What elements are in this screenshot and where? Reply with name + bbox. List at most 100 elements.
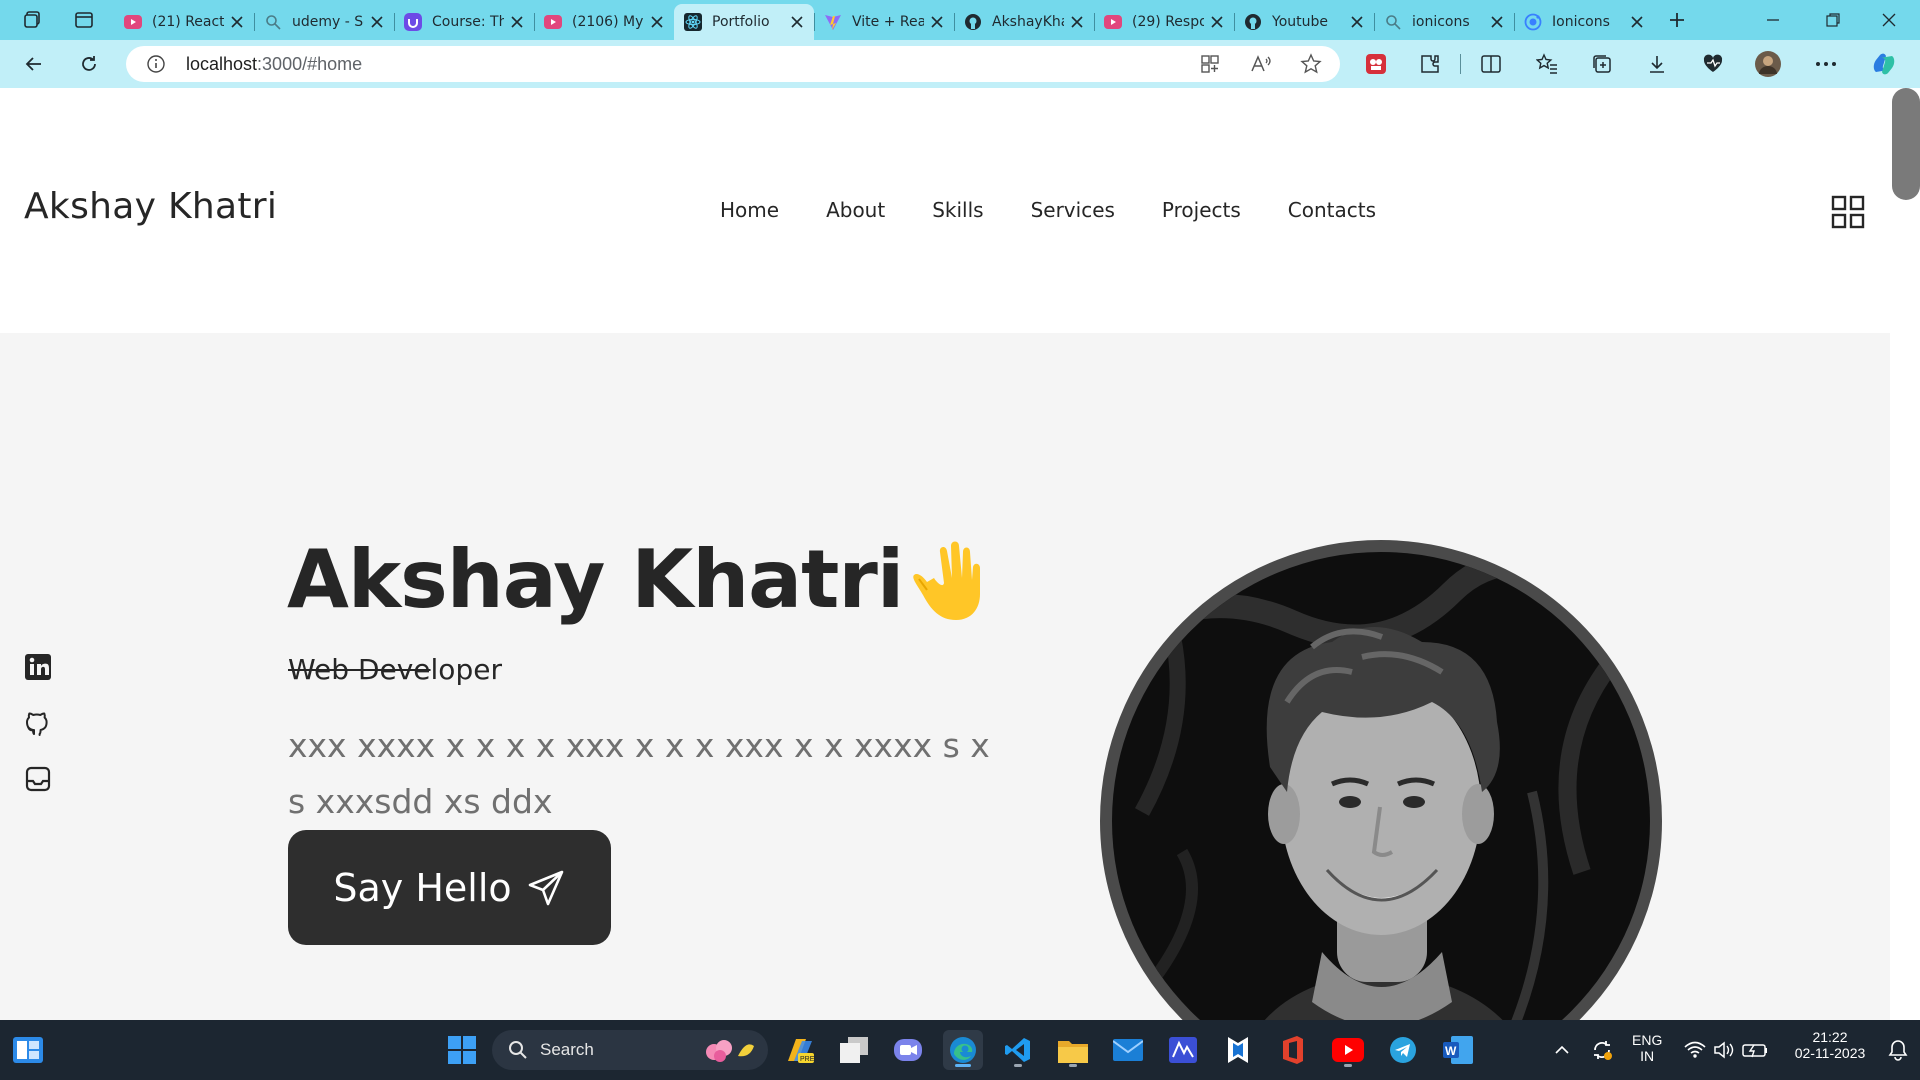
task-view-icon[interactable] [834, 1030, 874, 1070]
nav-link-contacts[interactable]: Contacts [1288, 198, 1376, 222]
close-tab-icon[interactable] [1490, 15, 1504, 29]
show-hidden-icons-chevron[interactable] [1542, 1030, 1582, 1070]
search-icon [264, 13, 282, 31]
close-tab-icon[interactable] [650, 15, 664, 29]
language-indicator[interactable]: ENG IN [1632, 1032, 1662, 1064]
hero-title: Akshay Khatri [287, 533, 904, 626]
refresh-button[interactable] [73, 49, 105, 79]
teams-chat-icon[interactable] [888, 1030, 928, 1070]
favorites-icon[interactable] [1531, 49, 1563, 79]
address-bar[interactable]: localhost:3000/#home [126, 46, 1340, 82]
extensions-icon[interactable] [1414, 49, 1446, 79]
vscode-icon[interactable] [998, 1030, 1038, 1070]
profile-photo [1100, 540, 1662, 1020]
taskbar-search[interactable]: Search [492, 1030, 768, 1070]
browser-tab[interactable]: ionicons [1374, 4, 1514, 40]
read-aloud-icon[interactable] [1250, 54, 1272, 78]
ionicons-icon [1524, 13, 1542, 31]
tab-label: (29) Responsive [1132, 14, 1204, 30]
subtitle-typed-text: loper [430, 653, 502, 686]
browser-tab[interactable]: Vite + React [814, 4, 954, 40]
telegram-icon[interactable] [1383, 1030, 1423, 1070]
more-options-icon[interactable] [1810, 49, 1842, 79]
nav-link-projects[interactable]: Projects [1162, 198, 1241, 222]
split-screen-icon[interactable] [1475, 49, 1507, 79]
windows-start-icon[interactable] [442, 1030, 482, 1070]
close-tab-icon[interactable] [1350, 15, 1364, 29]
nav-link-home[interactable]: Home [720, 198, 779, 222]
back-button[interactable] [18, 49, 50, 79]
copilot-icon[interactable] [1868, 49, 1900, 79]
running-indicator [1014, 1064, 1022, 1067]
region-code: IN [1640, 1048, 1655, 1064]
nav-link-skills[interactable]: Skills [932, 198, 983, 222]
close-tab-icon[interactable] [1630, 15, 1644, 29]
office-icon[interactable] [1273, 1030, 1313, 1070]
svg-text:W: W [1445, 1044, 1457, 1058]
workspaces-icon[interactable] [18, 6, 48, 34]
new-tab-button[interactable] [1662, 6, 1692, 34]
minimize-button[interactable] [1750, 0, 1796, 40]
browser-tab[interactable]: Youtube [1234, 4, 1374, 40]
browser-tab-strip: (21) React udemy - Search Course: The (2106… [0, 0, 1920, 40]
profile-avatar[interactable] [1752, 49, 1784, 79]
browser-tab[interactable]: (2106) My [534, 4, 674, 40]
store-bag-icon[interactable] [1218, 1030, 1258, 1070]
downloads-icon[interactable] [1641, 49, 1673, 79]
restore-button[interactable] [1810, 0, 1856, 40]
nav-link-about[interactable]: About [826, 198, 885, 222]
close-tab-icon[interactable] [510, 15, 524, 29]
extension-red-icon[interactable] [1360, 49, 1392, 79]
youtube-icon [124, 13, 142, 31]
file-explorer-icon[interactable] [1053, 1030, 1093, 1070]
sync-tray-icon[interactable] [1582, 1030, 1622, 1070]
widgets-icon[interactable] [8, 1030, 48, 1070]
site-logo[interactable]: Akshay Khatri [24, 186, 277, 227]
word-icon[interactable]: W [1438, 1030, 1478, 1070]
close-tab-icon[interactable] [370, 15, 384, 29]
tab-actions-icon[interactable] [69, 6, 99, 34]
browser-tab[interactable]: Course: The [394, 4, 534, 40]
math-app-icon[interactable] [1163, 1030, 1203, 1070]
page-scrollbar[interactable] [1890, 88, 1920, 1020]
close-window-button[interactable] [1866, 0, 1912, 40]
close-tab-icon[interactable] [790, 15, 804, 29]
browser-tab[interactable]: (29) Responsive [1094, 4, 1234, 40]
browser-tab[interactable]: AkshayKhatri [954, 4, 1094, 40]
collections-icon[interactable] [1586, 49, 1618, 79]
performance-icon[interactable] [1697, 49, 1729, 79]
nav-link-services[interactable]: Services [1031, 198, 1115, 222]
tab-list: (21) React udemy - Search Course: The (2106… [114, 4, 1654, 40]
browser-tab[interactable]: Portfolio [674, 4, 814, 40]
battery-charging-icon [1742, 1044, 1767, 1058]
scrollbar-thumb[interactable] [1892, 88, 1920, 200]
youtube-icon[interactable] [1328, 1030, 1368, 1070]
close-tab-icon[interactable] [1070, 15, 1084, 29]
browser-tab[interactable]: (21) React [114, 4, 254, 40]
favorite-star-icon[interactable] [1300, 53, 1322, 79]
url-text[interactable]: localhost:3000/#home [186, 54, 362, 75]
edge-browser-icon[interactable] [943, 1030, 983, 1070]
tab-label: Course: The [432, 14, 504, 30]
system-tray-status[interactable] [1678, 1030, 1788, 1070]
copilot-preview-icon[interactable]: PRE [779, 1030, 819, 1070]
clock[interactable]: 21:22 02-11-2023 [1782, 1029, 1878, 1061]
inbox-icon[interactable] [24, 765, 52, 793]
tab-label: Ionicons [1552, 14, 1610, 30]
close-tab-icon[interactable] [1210, 15, 1224, 29]
close-tab-icon[interactable] [230, 15, 244, 29]
menu-grid-icon[interactable] [1831, 195, 1865, 229]
linkedin-icon[interactable] [24, 653, 52, 681]
youtube-icon [544, 13, 562, 31]
browser-tab[interactable]: udemy - Search [254, 4, 394, 40]
taskbar: Search PRE W ENG IN 21:22 02-11-2023 [0, 1020, 1920, 1080]
app-available-icon[interactable] [1200, 54, 1220, 78]
tab-label: Vite + React [852, 14, 924, 30]
browser-tab[interactable]: Ionicons [1514, 4, 1654, 40]
site-info-icon[interactable] [146, 54, 166, 78]
notification-bell-icon[interactable] [1878, 1030, 1918, 1070]
github-icon[interactable] [24, 709, 52, 737]
close-tab-icon[interactable] [930, 15, 944, 29]
mail-icon[interactable] [1108, 1030, 1148, 1070]
say-hello-button[interactable]: Say Hello [288, 830, 611, 945]
